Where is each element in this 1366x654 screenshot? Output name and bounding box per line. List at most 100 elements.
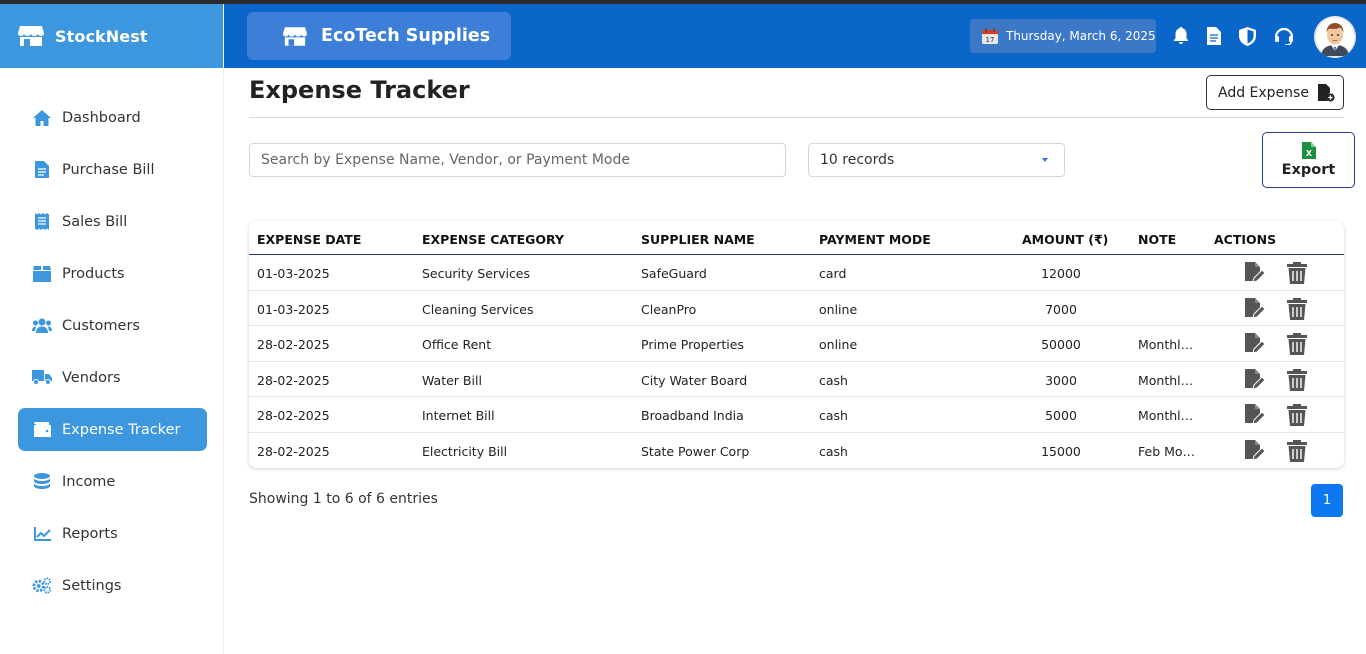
sidebar: StockNest Dashboard Purchase Bill Sales …: [0, 4, 224, 654]
shield-icon[interactable]: [1236, 25, 1258, 47]
sidebar-item-products[interactable]: Products: [18, 252, 207, 295]
sidebar-item-settings[interactable]: Settings: [18, 564, 207, 607]
user-avatar[interactable]: [1314, 16, 1356, 58]
table-row: 01-03-2025 Cleaning Services CleanPro onlin…: [249, 291, 1344, 326]
sidebar-item-label: Products: [62, 265, 125, 282]
cell-supplier-name: Prime Properties: [641, 337, 744, 352]
trash-icon[interactable]: [1286, 262, 1308, 284]
home-icon: [32, 108, 52, 128]
export-label: Export: [1281, 162, 1336, 178]
entries-summary: Showing 1 to 6 of 6 entries: [249, 491, 438, 507]
store-icon: [283, 25, 309, 47]
brand[interactable]: StockNest: [0, 4, 223, 68]
cell-note: Monthly…: [1138, 408, 1200, 423]
trash-icon[interactable]: [1286, 368, 1308, 391]
table-row: 28-02-2025 Water Bill City Water Board cash…: [249, 362, 1344, 397]
cell-payment-mode: cash: [819, 372, 848, 388]
cell-note: Feb Mo…: [1138, 443, 1196, 459]
sidebar-item-sales-bill[interactable]: Sales Bill: [18, 200, 207, 243]
users-icon: [32, 316, 52, 336]
sidebar-item-label: Dashboard: [62, 109, 141, 126]
cell-supplier-name: SafeGuard: [641, 266, 707, 281]
expense-table: EXPENSE DATE EXPENSE CATEGORY SUPPLIER N…: [249, 221, 1344, 468]
records-per-page-value: 10 records: [820, 152, 895, 168]
cell-amount: 5000: [1045, 408, 1077, 423]
column-header-actions: ACTIONS: [1214, 232, 1277, 247]
store-name: EcoTech Supplies: [321, 26, 491, 46]
cell-payment-mode: online: [819, 337, 858, 352]
sidebar-item-label: Purchase Bill: [62, 161, 155, 178]
trash-icon[interactable]: [1286, 297, 1308, 320]
cell-supplier-name: State Power Corp: [641, 443, 750, 459]
table-body: 01-03-2025 Security Services SafeGuard card…: [249, 255, 1344, 468]
edit-icon[interactable]: [1243, 262, 1265, 284]
receipt-icon: [32, 212, 52, 232]
column-header-amount[interactable]: AMOUNT (₹): [1022, 232, 1108, 247]
cell-amount: 50000: [1041, 337, 1081, 352]
page-title: Expense Tracker: [249, 76, 470, 104]
column-header-supplier-name[interactable]: SUPPLIER NAME: [641, 232, 755, 247]
cell-amount: 12000: [1041, 266, 1081, 281]
sidebar-item-label: Income: [62, 473, 116, 490]
excel-icon: X: [1301, 142, 1316, 159]
records-per-page-select[interactable]: 10 records: [808, 143, 1065, 177]
calendar-icon: 17: [982, 28, 998, 44]
table-row: 28-02-2025 Office Rent Prime Properties onl…: [249, 326, 1344, 362]
trash-icon[interactable]: [1286, 439, 1308, 462]
brand-name: StockNest: [55, 26, 148, 46]
svg-text:17: 17: [986, 36, 995, 44]
bell-icon[interactable]: [1170, 25, 1192, 47]
cell-expense-category: Cleaning Services: [422, 301, 534, 317]
sidebar-item-label: Reports: [62, 525, 118, 542]
cell-expense-date: 01-03-2025: [257, 266, 330, 281]
document-icon[interactable]: [1203, 25, 1225, 47]
trash-icon[interactable]: [1286, 333, 1308, 355]
coins-icon: [32, 472, 52, 492]
sidebar-item-reports[interactable]: Reports: [18, 512, 207, 555]
cell-amount: 15000: [1041, 443, 1081, 459]
cell-payment-mode: online: [819, 301, 858, 317]
sidebar-item-income[interactable]: Income: [18, 460, 207, 503]
cell-supplier-name: City Water Board: [641, 372, 748, 388]
pagination-page-1[interactable]: 1: [1311, 484, 1343, 517]
search-input[interactable]: [249, 143, 786, 177]
cell-expense-date: 28-02-2025: [257, 443, 330, 459]
column-header-expense-category[interactable]: EXPENSE CATEGORY: [422, 232, 564, 247]
truck-icon: [32, 368, 52, 388]
trash-icon[interactable]: [1286, 404, 1308, 426]
edit-icon[interactable]: [1243, 439, 1265, 462]
edit-icon[interactable]: [1243, 297, 1265, 320]
cell-supplier-name: Broadband India: [641, 408, 744, 423]
sidebar-item-label: Sales Bill: [62, 213, 128, 230]
title-divider: [249, 117, 1344, 118]
cell-amount: 3000: [1045, 372, 1077, 388]
cell-note: Monthly…: [1138, 372, 1200, 388]
column-header-note: NOTE: [1138, 232, 1177, 247]
edit-icon[interactable]: [1243, 333, 1265, 355]
sidebar-item-dashboard[interactable]: Dashboard: [18, 96, 207, 139]
sidebar-item-purchase-bill[interactable]: Purchase Bill: [18, 148, 207, 191]
edit-icon[interactable]: [1243, 404, 1265, 426]
wallet-icon: [32, 420, 52, 440]
cell-amount: 7000: [1045, 301, 1077, 317]
store-switcher-button[interactable]: EcoTech Supplies: [247, 12, 511, 60]
sidebar-item-vendors[interactable]: Vendors: [18, 356, 207, 399]
column-header-expense-date[interactable]: EXPENSE DATE: [257, 232, 361, 247]
box-icon: [32, 264, 52, 284]
sidebar-item-customers[interactable]: Customers: [18, 304, 207, 347]
headset-icon[interactable]: [1273, 25, 1295, 47]
sidebar-item-label: Expense Tracker: [62, 421, 181, 438]
chart-icon: [32, 524, 52, 544]
column-header-payment-mode[interactable]: PAYMENT MODE: [819, 232, 931, 247]
sidebar-item-expense-tracker[interactable]: Expense Tracker: [18, 408, 207, 451]
add-expense-button[interactable]: Add Expense: [1206, 75, 1344, 110]
table-row: 28-02-2025 Electricity Bill State Power Co…: [249, 433, 1344, 469]
table-header: EXPENSE DATE EXPENSE CATEGORY SUPPLIER N…: [249, 221, 1344, 255]
cell-expense-date: 28-02-2025: [257, 372, 330, 388]
export-button[interactable]: X Export: [1262, 132, 1355, 188]
svg-text:X: X: [1305, 149, 1312, 158]
file-icon: [32, 160, 52, 180]
cell-expense-category: Internet Bill: [422, 408, 495, 423]
edit-icon[interactable]: [1243, 368, 1265, 391]
cell-supplier-name: CleanPro: [641, 301, 697, 317]
